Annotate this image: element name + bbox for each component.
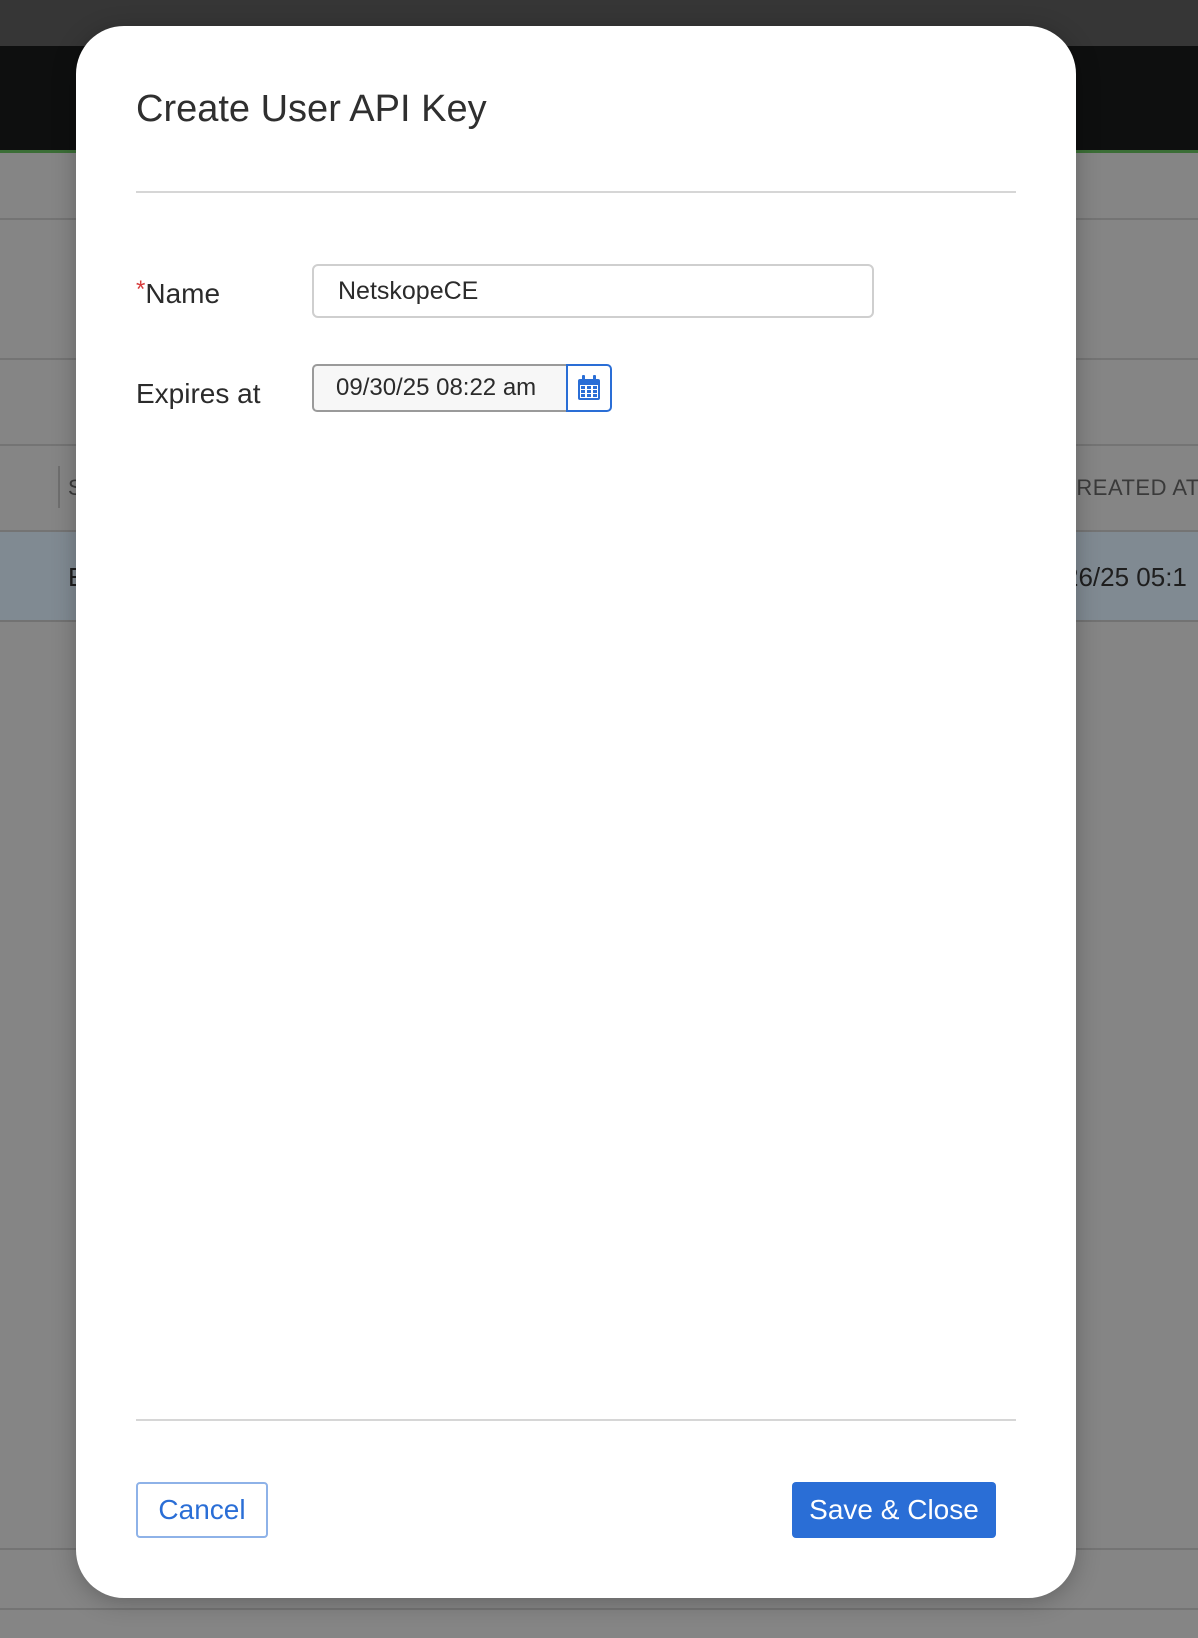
modal-header-divider <box>136 191 1016 193</box>
create-api-key-modal: Create User API Key *Name Expires at <box>76 26 1076 1598</box>
calendar-button[interactable] <box>566 364 612 412</box>
name-input[interactable] <box>312 264 874 318</box>
name-label: *Name <box>136 276 221 310</box>
app-footer-divider-2 <box>0 1608 1198 1610</box>
name-label-text: Name <box>145 278 221 309</box>
modal-title: Create User API Key <box>136 88 487 130</box>
calendar-icon <box>576 374 602 402</box>
modal-footer-divider <box>136 1419 1016 1421</box>
required-asterisk: * <box>136 276 146 303</box>
expires-at-input[interactable] <box>312 364 566 412</box>
table-row-created-at-cell: 26/25 05:1 <box>1064 562 1187 592</box>
table-column-separator <box>58 466 60 508</box>
cancel-button[interactable]: Cancel <box>136 1482 268 1538</box>
table-header-created-at: CREATED AT <box>1060 475 1198 500</box>
save-and-close-button[interactable]: Save & Close <box>792 1482 996 1538</box>
expires-at-datepicker <box>312 364 612 412</box>
expires-at-label: Expires at <box>136 378 261 409</box>
